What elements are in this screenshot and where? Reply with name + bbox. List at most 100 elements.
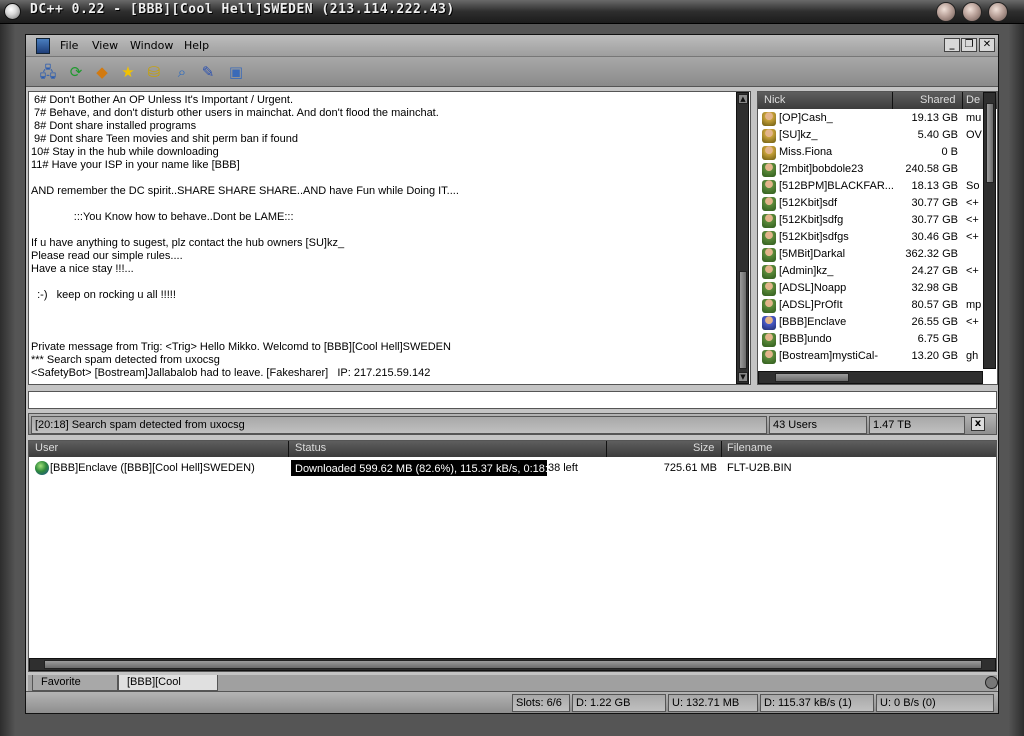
chat-line: *** Search spam detected from uxocsg: [31, 354, 220, 366]
column-shared[interactable]: Shared: [920, 94, 955, 106]
user-icon: [762, 214, 776, 228]
user-row[interactable]: [Admin]kz_ 24.27 GB <+: [758, 263, 986, 280]
user-row[interactable]: [512Kbit]sdf 30.77 GB <+: [758, 195, 986, 212]
user-scroll-thumb[interactable]: [986, 103, 994, 183]
user-row[interactable]: [512Kbit]sdfg 30.77 GB <+: [758, 212, 986, 229]
column-status[interactable]: Status: [295, 442, 326, 454]
user-row[interactable]: [ADSL]PrOfIt 80.57 GB mp: [758, 297, 986, 314]
column-size[interactable]: Size: [693, 442, 714, 454]
close-button[interactable]: [988, 2, 1008, 22]
chat-line: Have a nice stay !!!...: [31, 263, 134, 275]
chat-line: 9# Dont share Teen movies and shit perm …: [31, 133, 299, 145]
mdi-close-button[interactable]: ✕: [979, 38, 995, 52]
minimize-button[interactable]: [936, 2, 956, 22]
close-hub-icon[interactable]: x: [971, 417, 985, 431]
user-icon: [762, 163, 776, 177]
chat-input[interactable]: [28, 391, 997, 409]
download-queue-icon[interactable]: ⛁: [144, 62, 164, 82]
column-nick[interactable]: Nick: [764, 94, 785, 106]
settings-icon[interactable]: ▣: [226, 62, 246, 82]
notepad-icon[interactable]: ✎: [198, 62, 218, 82]
user-list-hscrollbar[interactable]: [758, 371, 983, 384]
tab-favorite-hubs[interactable]: Favorite Hubs: [32, 675, 118, 703]
user-row[interactable]: [512Kbit]sdfgs 30.46 GB <+: [758, 229, 986, 246]
user-nick: [512BPM]BLACKFAR...: [779, 180, 894, 192]
chat-line: 7# Behave, and don't disturb other users…: [31, 107, 439, 119]
hub-tab-bar: Favorite Hubs [BBB][Cool Hell]...: [28, 675, 997, 703]
app-icon[interactable]: [4, 3, 21, 20]
user-shared: 30.77 GB: [911, 214, 958, 226]
user-row[interactable]: [2mbit]bobdole23 240.58 GB: [758, 161, 986, 178]
user-list[interactable]: Nick Shared De [OP]Cash_ 19.13 GB mu [SU]kz…: [757, 91, 998, 385]
user-nick: [Admin]kz_: [779, 265, 834, 277]
user-shared: 32.98 GB: [911, 282, 958, 294]
status-download-rate: D: 115.37 kB/s (1): [760, 694, 874, 712]
user-nick: [ADSL]PrOfIt: [779, 299, 843, 311]
column-user[interactable]: User: [35, 442, 58, 454]
chat-scroll-thumb[interactable]: [739, 271, 747, 369]
menu-view[interactable]: View: [92, 39, 118, 52]
menu-file[interactable]: File: [60, 39, 78, 52]
user-icon: [762, 316, 776, 330]
user-row[interactable]: [OP]Cash_ 19.13 GB mu: [758, 110, 986, 127]
transfer-hscroll-thumb[interactable]: [44, 660, 982, 669]
user-shared: 26.55 GB: [911, 316, 958, 328]
transfer-progress-bar: Downloaded 599.62 MB (82.6%), 115.37 kB/…: [291, 460, 547, 476]
user-row[interactable]: [SU]kz_ 5.40 GB OV: [758, 127, 986, 144]
user-row[interactable]: [Bostream]mystiCal- 13.20 GB gh: [758, 348, 986, 365]
mdi-restore-button[interactable]: ❐: [961, 38, 977, 52]
chat-line: [31, 302, 731, 315]
hub-status-bar: [20:18] Search spam detected from uxocsg…: [28, 413, 997, 435]
follow-redirect-icon[interactable]: ◆: [92, 62, 112, 82]
user-icon: [762, 282, 776, 296]
user-hscroll-thumb[interactable]: [775, 373, 849, 382]
hub-total-share: 1.47 TB: [869, 416, 965, 434]
tab-scroll-icon[interactable]: [985, 676, 998, 689]
maximize-button[interactable]: [962, 2, 982, 22]
favorites-icon[interactable]: ★: [118, 62, 138, 82]
chat-messages: 6# Don't Bother An OP Unless It's Import…: [31, 94, 731, 380]
search-icon[interactable]: ⌕: [172, 62, 192, 82]
menu-window[interactable]: Window: [130, 39, 173, 52]
user-row[interactable]: Miss.Fiona 0 B: [758, 144, 986, 161]
transfer-list[interactable]: User Status Size Filename [BBB]Enclave (…: [28, 440, 997, 672]
scroll-down-icon[interactable]: ▼: [738, 372, 748, 382]
user-nick: [SU]kz_: [779, 129, 818, 141]
refresh-icon[interactable]: ⟳: [66, 62, 86, 82]
user-shared: 30.77 GB: [911, 197, 958, 209]
window-title: DC++ 0.22 - [BBB][Cool Hell]SWEDEN (213.…: [30, 2, 455, 17]
mdi-minimize-button[interactable]: _: [944, 38, 960, 52]
user-shared: 6.75 GB: [917, 333, 958, 345]
menu-help[interactable]: Help: [184, 39, 209, 52]
transfer-row[interactable]: [BBB]Enclave ([BBB][Cool Hell]SWEDEN) Do…: [29, 459, 996, 477]
user-icon: [762, 248, 776, 262]
title-bar[interactable]: DC++ 0.22 - [BBB][Cool Hell]SWEDEN (213.…: [0, 0, 1024, 24]
user-list-scrollbar[interactable]: [983, 92, 996, 369]
user-icon: [762, 180, 776, 194]
connect-icon[interactable]: 🖧: [38, 62, 58, 82]
document-icon[interactable]: [36, 38, 50, 54]
user-icon: [762, 265, 776, 279]
user-row[interactable]: [BBB]Enclave 26.55 GB <+: [758, 314, 986, 331]
user-nick: [BBB]undo: [779, 333, 832, 345]
transfer-hscrollbar[interactable]: [29, 658, 996, 671]
user-nick: [2mbit]bobdole23: [779, 163, 864, 175]
user-row[interactable]: [BBB]undo 6.75 GB: [758, 331, 986, 348]
chat-line: Private message from Trig: <Trig> Hello …: [31, 341, 451, 353]
user-row[interactable]: [512BPM]BLACKFAR... 18.13 GB So: [758, 178, 986, 195]
transfer-user: [BBB]Enclave ([BBB][Cool Hell]SWEDEN): [50, 462, 255, 474]
user-shared: 240.58 GB: [905, 163, 958, 175]
user-row[interactable]: [ADSL]Noapp 32.98 GB: [758, 280, 986, 297]
column-filename[interactable]: Filename: [727, 442, 772, 454]
status-downloaded: D: 1.22 GB: [572, 694, 666, 712]
user-nick: [OP]Cash_: [779, 112, 833, 124]
tab-current-hub[interactable]: [BBB][Cool Hell]...: [118, 675, 218, 703]
menu-bar: File View Window Help _ ❐ ✕: [26, 35, 998, 57]
chat-scrollbar[interactable]: ▲ ▼: [736, 92, 749, 384]
chat-pane[interactable]: 6# Don't Bother An OP Unless It's Import…: [28, 91, 751, 385]
column-description[interactable]: De: [966, 94, 980, 106]
user-nick: [512Kbit]sdfgs: [779, 231, 849, 243]
chat-line: AND remember the DC spirit..SHARE SHARE …: [31, 185, 459, 197]
user-row[interactable]: [5MBit]Darkal 362.32 GB: [758, 246, 986, 263]
scroll-up-icon[interactable]: ▲: [738, 94, 748, 104]
